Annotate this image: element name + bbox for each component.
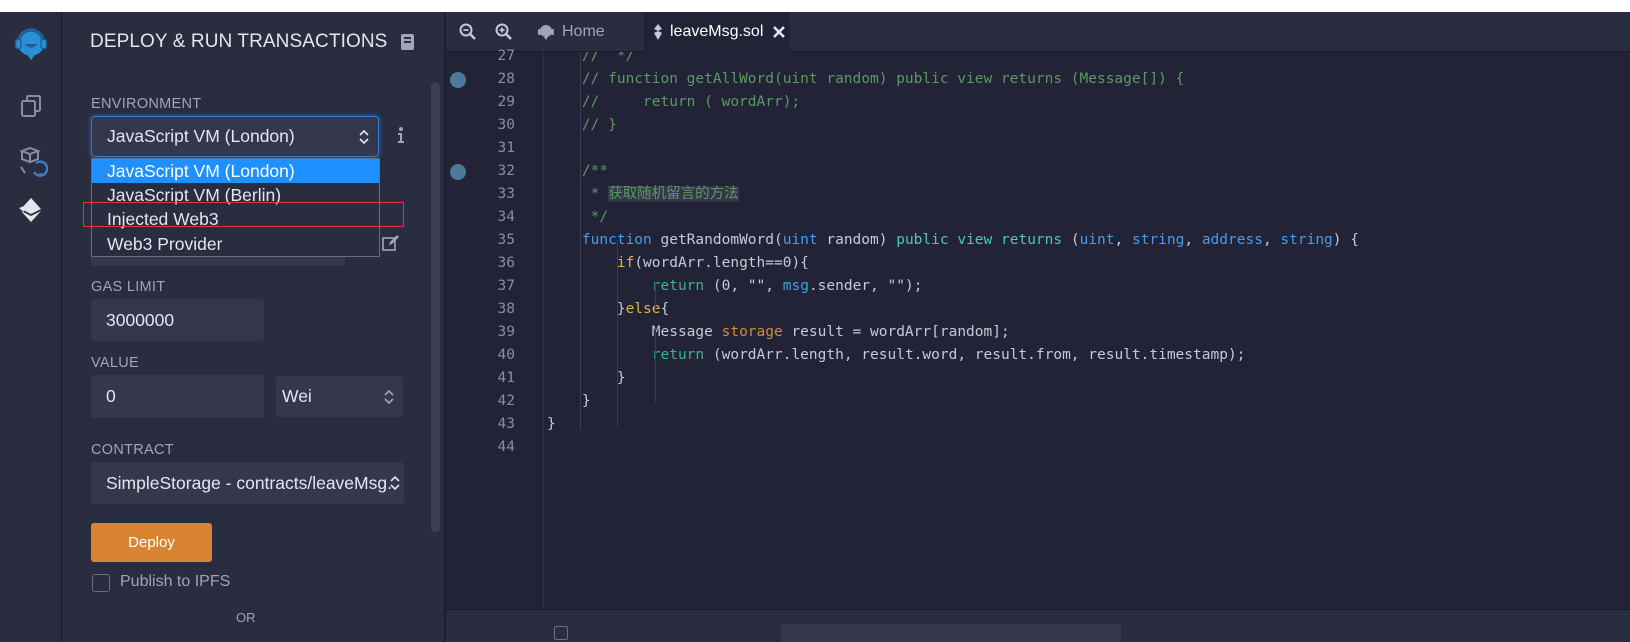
code-line: return (wordArr.length, result.word, res…	[651, 347, 1246, 363]
value-amount: 0	[106, 386, 116, 406]
line-number[interactable]: 38	[475, 298, 515, 321]
value-unit-select[interactable]: Wei	[276, 376, 403, 417]
tab-home-label: Home	[562, 23, 605, 40]
editor-area: Home leaveMsg.sol 27 28 29 30 31 32 33 34 35 36 37…	[446, 12, 1630, 642]
info-icon[interactable]	[396, 126, 406, 149]
contract-select[interactable]: SimpleStorage - contracts/leaveMsg.	[91, 462, 404, 504]
panel-title: DEPLOY & RUN TRANSACTIONS	[90, 31, 388, 52]
code-line: // function getAllWord(uint random) publ…	[547, 71, 1185, 87]
highlight-annotation-box	[83, 202, 404, 227]
deploy-run-icon[interactable]	[11, 190, 51, 230]
edit-icon[interactable]	[382, 235, 400, 256]
code-line: // */	[547, 52, 635, 64]
select-arrows-icon	[390, 475, 400, 491]
publish-ipfs-checkbox[interactable]	[92, 574, 110, 592]
close-tab-icon[interactable]	[772, 25, 786, 39]
line-number[interactable]: 39	[475, 321, 515, 344]
editor-gutter: 27 28 29 30 31 32 33 34 35 36 37 38 39 40 41 42 43 44	[446, 48, 544, 609]
line-number[interactable]: 37	[475, 275, 515, 298]
icon-rail	[0, 12, 62, 642]
line-number[interactable]: 29	[475, 91, 515, 114]
gas-limit-input[interactable]: 3000000	[91, 299, 264, 341]
code-line: if(wordArr.length==0){	[616, 255, 809, 271]
gas-limit-label: GAS LIMIT	[91, 279, 166, 295]
file-explorer-icon[interactable]	[11, 86, 51, 126]
home-tab-icon	[538, 25, 554, 40]
compiler-icon[interactable]	[11, 142, 51, 182]
code-line: */	[547, 209, 609, 225]
editor-bottom-bar	[446, 609, 1630, 642]
code-line: /**	[547, 163, 609, 179]
code-area[interactable]: // */ // function getAllWord(uint random…	[545, 52, 1630, 609]
remix-ide: DEPLOY & RUN TRANSACTIONS ENVIRONMENT Ja…	[0, 12, 1630, 642]
line-number[interactable]: 35	[475, 229, 515, 252]
line-number[interactable]: 36	[475, 252, 515, 275]
line-number[interactable]: 40	[475, 344, 515, 367]
select-arrows-icon	[359, 129, 369, 144]
tab-home[interactable]: Home	[536, 12, 638, 52]
code-line: function getRandomWord(uint random) publ…	[582, 232, 1359, 248]
line-number[interactable]: 32	[475, 160, 515, 183]
indent-guide	[580, 52, 581, 430]
contract-value: SimpleStorage - contracts/leaveMsg.	[106, 472, 392, 493]
environment-select[interactable]: JavaScript VM (London)	[91, 116, 379, 157]
line-number[interactable]: 31	[475, 137, 515, 160]
line-number[interactable]: 44	[475, 436, 515, 459]
environment-label: ENVIRONMENT	[91, 96, 202, 112]
breakpoint-marker[interactable]	[450, 71, 466, 88]
deploy-button[interactable]: Deploy	[91, 523, 212, 562]
remix-logo-icon[interactable]	[11, 24, 51, 64]
line-number[interactable]: 43	[475, 413, 515, 436]
line-number[interactable]: 34	[475, 206, 515, 229]
code-line: * 获取随机留言的方法	[547, 186, 739, 202]
deploy-run-panel: DEPLOY & RUN TRANSACTIONS ENVIRONMENT Ja…	[62, 12, 445, 642]
code-line: }	[547, 393, 591, 409]
code-line: }	[547, 370, 626, 386]
line-number[interactable]: 27	[475, 45, 515, 68]
contract-label: CONTRACT	[91, 442, 174, 458]
line-number[interactable]: 41	[475, 367, 515, 390]
indent-guide	[617, 240, 618, 426]
indent-guide	[655, 328, 656, 402]
documentation-icon[interactable]	[400, 33, 416, 56]
zoom-out-icon[interactable]	[458, 22, 478, 42]
value-unit: Wei	[282, 386, 312, 406]
zoom-in-icon[interactable]	[494, 22, 514, 42]
editor-tab-bar: Home leaveMsg.sol	[446, 12, 1630, 52]
env-option-london[interactable]: JavaScript VM (London)	[92, 159, 379, 184]
code-line: // }	[547, 117, 617, 133]
environment-value: JavaScript VM (London)	[107, 126, 295, 146]
env-option-web3-provider[interactable]: Web3 Provider	[92, 232, 379, 256]
select-arrows-icon	[384, 389, 394, 404]
tab-file-label: leaveMsg.sol	[670, 23, 764, 40]
gas-limit-value: 3000000	[106, 309, 175, 330]
panel-scrollbar[interactable]	[431, 82, 440, 532]
terminal-toggle-checkbox[interactable]	[554, 626, 568, 640]
indent-guide	[655, 282, 656, 310]
tab-leavemsg-sol[interactable]: leaveMsg.sol	[644, 12, 790, 52]
line-number[interactable]: 33	[475, 183, 515, 206]
code-line: }else{	[547, 301, 670, 317]
code-line: return (0, "", msg.sender, "");	[651, 278, 923, 294]
code-line: }	[547, 416, 556, 432]
or-divider-text: OR	[236, 610, 256, 625]
publish-ipfs-label: Publish to IPFS	[120, 573, 231, 590]
solidity-file-icon	[654, 24, 662, 40]
breakpoint-marker[interactable]	[450, 163, 466, 180]
value-input[interactable]: 0	[91, 375, 264, 418]
code-line: // return ( wordArr);	[547, 94, 801, 110]
line-number[interactable]: 30	[475, 114, 515, 137]
value-label: VALUE	[91, 355, 139, 371]
line-number[interactable]: 28	[475, 68, 515, 91]
line-number[interactable]: 42	[475, 390, 515, 413]
terminal-search-input[interactable]	[781, 624, 1121, 642]
